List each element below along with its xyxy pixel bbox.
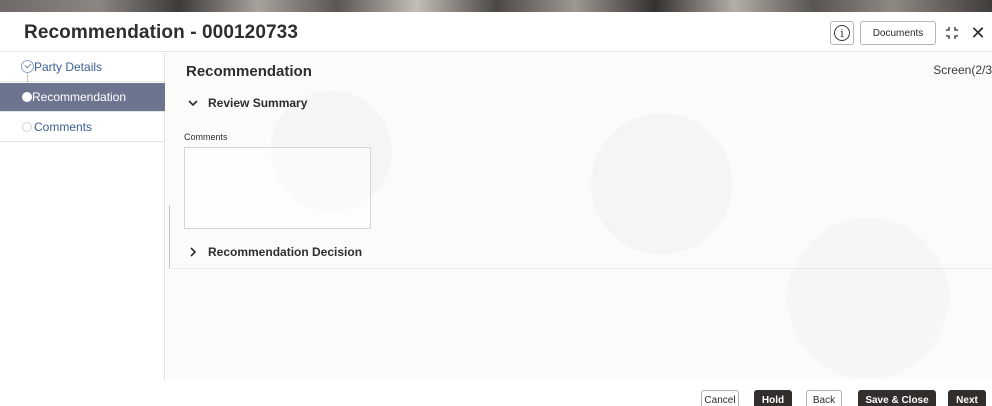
close-icon[interactable]: ✕ (968, 22, 988, 44)
review-summary-label: Review Summary (208, 96, 308, 110)
top-banner (0, 0, 992, 12)
recommendation-decision-label: Recommendation Decision (208, 245, 363, 259)
pending-dot-icon (22, 122, 32, 132)
sidebar-item-party-details[interactable]: Party Details (0, 53, 165, 85)
sidebar-item-label: Party Details (34, 60, 103, 74)
chevron-right-icon (190, 247, 197, 257)
check-circle-icon (21, 60, 34, 73)
sidebar-item-recommendation[interactable]: Recommendation (0, 83, 165, 112)
sidebar-item-label: Recommendation (32, 90, 127, 104)
next-button[interactable]: Next (948, 390, 986, 406)
active-dot-icon (22, 92, 32, 102)
panel-resize-handle[interactable] (169, 205, 172, 269)
minimize-icon[interactable] (942, 23, 962, 43)
save-close-button[interactable]: Save & Close (858, 390, 936, 406)
sidebar-item-comments[interactable]: Comments (0, 113, 165, 142)
page-title: Recommendation - 000120733 (24, 22, 298, 43)
footer-actions: Cancel Hold Back Save & Close Next (0, 380, 992, 406)
sidebar: Party Details Recommendation Comments (0, 53, 165, 380)
chevron-down-icon (188, 100, 198, 107)
comments-textarea[interactable] (184, 147, 371, 229)
review-summary-header[interactable]: Review Summary (186, 93, 307, 113)
sidebar-item-label: Comments (34, 120, 93, 134)
section-title: Recommendation (186, 63, 312, 80)
info-button[interactable]: i (830, 21, 854, 45)
hold-button[interactable]: Hold (754, 390, 792, 406)
cancel-button[interactable]: Cancel (701, 390, 739, 406)
documents-button[interactable]: Documents (860, 21, 936, 45)
main-content: Recommendation Screen(2/3 Review Summary… (166, 53, 992, 380)
header: Recommendation - 000120733 i Documents ✕ (0, 12, 992, 52)
recommendation-decision-header[interactable]: Recommendation Decision (186, 242, 362, 262)
screen-indicator: Screen(2/3 (933, 63, 992, 77)
comments-label: Comments (184, 132, 228, 142)
back-button[interactable]: Back (806, 390, 842, 406)
info-icon: i (834, 25, 850, 41)
section-divider (166, 268, 992, 269)
